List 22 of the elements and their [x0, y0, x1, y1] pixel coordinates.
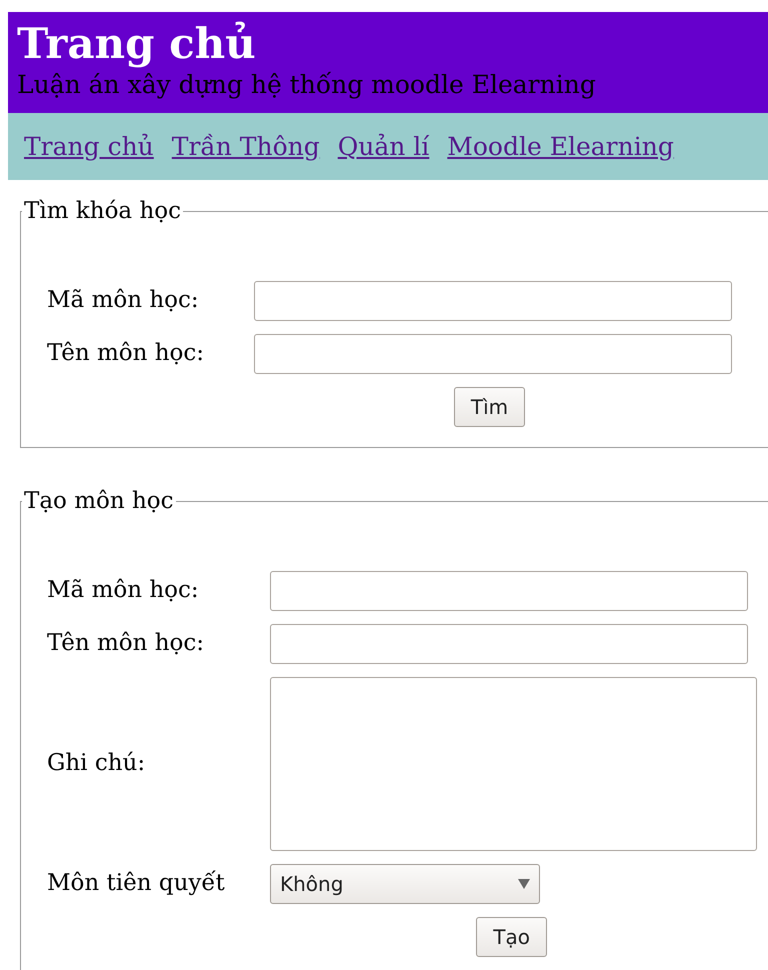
- nav-link[interactable]: Quản lí: [338, 128, 430, 166]
- text-input[interactable]: [254, 280, 732, 320]
- field-label: Tên môn học:: [47, 629, 206, 658]
- field-label: Môn tiên quyết: [47, 869, 226, 898]
- prerequisite-select[interactable]: Không: [270, 864, 540, 904]
- text-input[interactable]: [270, 570, 748, 610]
- text-input[interactable]: [270, 624, 748, 664]
- fieldset-legend: Tạo môn học: [22, 484, 176, 518]
- create-button[interactable]: Tạo: [476, 916, 547, 956]
- field-label: Mã môn học:: [47, 576, 200, 606]
- field-label: Tên môn học:: [47, 339, 206, 368]
- fieldset-legend: Tìm khóa học: [22, 194, 183, 228]
- search-button[interactable]: Tìm: [454, 386, 526, 426]
- nav-link[interactable]: Trang chủ: [24, 128, 154, 166]
- field-label: Ghi chú:: [47, 749, 146, 778]
- field-label: Mã môn học:: [47, 286, 200, 316]
- text-input[interactable]: [254, 334, 732, 374]
- dropdown-arrow-icon: [518, 878, 530, 888]
- page-title: Trang chủ: [17, 20, 257, 68]
- nav-link[interactable]: Trần Thông: [172, 128, 320, 166]
- page-subtitle: Luận án xây dựng hệ thống moodle Elearning: [17, 69, 597, 101]
- nav-link[interactable]: Moodle Elearning: [447, 128, 674, 166]
